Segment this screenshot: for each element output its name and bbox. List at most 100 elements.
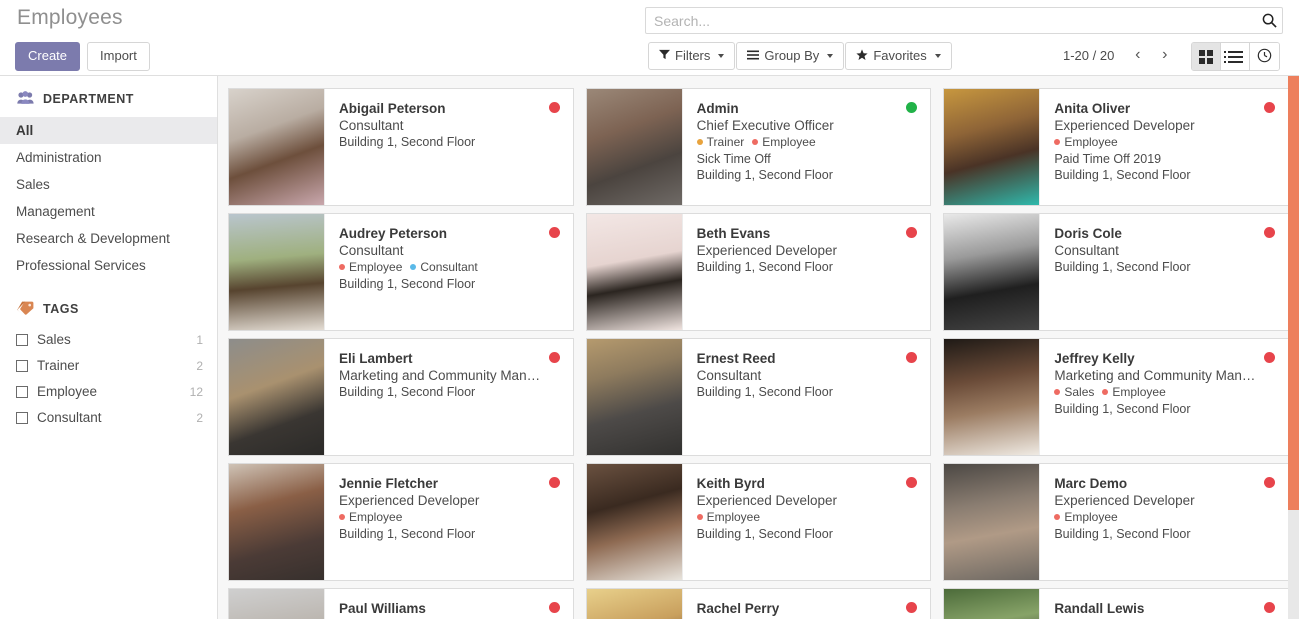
checkbox-sales[interactable] bbox=[16, 334, 28, 346]
tag-filter-sales[interactable]: Sales 1 bbox=[0, 327, 217, 353]
employee-job-title: Chief Executive Officer bbox=[697, 118, 917, 133]
employee-location: Building 1, Second Floor bbox=[697, 385, 917, 399]
sidebar-item-management[interactable]: Management bbox=[0, 198, 217, 225]
star-icon bbox=[856, 49, 868, 63]
list-icon bbox=[1228, 51, 1243, 63]
employee-job-title: Consultant bbox=[1054, 243, 1274, 258]
employee-photo bbox=[229, 89, 325, 205]
employee-job-title: Experienced Developer bbox=[1054, 118, 1274, 133]
employee-location: Building 1, Second Floor bbox=[1054, 402, 1274, 416]
groupby-dropdown[interactable]: Group By bbox=[736, 42, 844, 70]
employee-card[interactable]: Anita OliverExperienced DeveloperEmploye… bbox=[943, 88, 1289, 206]
funnel-icon bbox=[659, 49, 670, 62]
sidebar-tags-header: TAGS bbox=[0, 300, 217, 318]
employee-tags: Employee bbox=[1054, 135, 1274, 149]
chevron-down-icon bbox=[935, 54, 941, 58]
status-badge[interactable] bbox=[1264, 102, 1275, 113]
status-badge[interactable] bbox=[1264, 352, 1275, 363]
status-badge[interactable] bbox=[549, 352, 560, 363]
filters-dropdown[interactable]: Filters bbox=[648, 42, 735, 70]
pager-next-button[interactable]: › bbox=[1151, 47, 1178, 63]
sidebar-item-professional-services[interactable]: Professional Services bbox=[0, 252, 217, 279]
status-badge[interactable] bbox=[549, 477, 560, 488]
employee-card[interactable]: Beth EvansExperienced DeveloperBuilding … bbox=[586, 213, 932, 331]
pager-count: 1-20 / 20 bbox=[1063, 48, 1114, 63]
pager-prev-button[interactable]: ‹ bbox=[1124, 47, 1151, 63]
status-badge[interactable] bbox=[549, 602, 560, 613]
scrollbar-thumb[interactable] bbox=[1288, 76, 1299, 510]
create-button[interactable]: Create bbox=[15, 42, 80, 71]
favorites-dropdown[interactable]: Favorites bbox=[845, 42, 951, 70]
status-badge[interactable] bbox=[1264, 227, 1275, 238]
tag-filter-trainer[interactable]: Trainer 2 bbox=[0, 353, 217, 379]
favorites-label: Favorites bbox=[873, 48, 926, 63]
employee-tags: Employee bbox=[1054, 510, 1274, 524]
sidebar-item-all[interactable]: All bbox=[0, 117, 217, 144]
clock-icon bbox=[1257, 48, 1272, 66]
action-buttons: Create Import bbox=[15, 42, 150, 71]
import-button[interactable]: Import bbox=[87, 42, 150, 71]
employee-name: Doris Cole bbox=[1054, 226, 1274, 241]
employee-tag: Employee bbox=[697, 510, 760, 524]
employee-card[interactable]: Audrey PetersonConsultantEmployeeConsult… bbox=[228, 213, 574, 331]
status-badge[interactable] bbox=[1264, 602, 1275, 613]
checkbox-consultant[interactable] bbox=[16, 412, 28, 424]
hamburger-icon bbox=[747, 50, 759, 62]
view-switcher bbox=[1191, 42, 1280, 71]
sidebar-item-administration[interactable]: Administration bbox=[0, 144, 217, 171]
sidebar-department-title: DEPARTMENT bbox=[43, 92, 134, 106]
employee-name: Admin bbox=[697, 101, 917, 116]
employee-name: Beth Evans bbox=[697, 226, 917, 241]
tag-filter-employee[interactable]: Employee 12 bbox=[0, 379, 217, 405]
tag-filter-consultant[interactable]: Consultant 2 bbox=[0, 405, 217, 431]
tag-label: Employee bbox=[37, 383, 190, 401]
sidebar: DEPARTMENT All Administration Sales Mana… bbox=[0, 76, 218, 619]
main-body: DEPARTMENT All Administration Sales Mana… bbox=[0, 76, 1299, 619]
employee-card[interactable]: Eli LambertMarketing and Community Manag… bbox=[228, 338, 574, 456]
kanban-column: Abigail PetersonConsultantBuilding 1, Se… bbox=[228, 88, 574, 619]
employee-photo bbox=[587, 589, 683, 619]
employee-card[interactable]: Keith ByrdExperienced DeveloperEmployeeB… bbox=[586, 463, 932, 581]
search-bar[interactable] bbox=[645, 7, 1283, 34]
checkbox-employee[interactable] bbox=[16, 386, 28, 398]
employee-card[interactable]: Randall LewisExperienced DeveloperEmploy… bbox=[943, 588, 1289, 619]
employee-card[interactable]: Jeffrey KellyMarketing and Community Man… bbox=[943, 338, 1289, 456]
employee-tag-label: Trainer bbox=[707, 135, 745, 149]
employee-card[interactable]: Marc DemoExperienced DeveloperEmployeeBu… bbox=[943, 463, 1289, 581]
status-badge[interactable] bbox=[549, 102, 560, 113]
checkbox-trainer[interactable] bbox=[16, 360, 28, 372]
status-badge[interactable] bbox=[1264, 477, 1275, 488]
chevron-down-icon bbox=[718, 54, 724, 58]
view-activity-button[interactable] bbox=[1250, 43, 1279, 70]
sidebar-item-sales[interactable]: Sales bbox=[0, 171, 217, 198]
employee-tag-label: Employee bbox=[1064, 510, 1117, 524]
search-icon[interactable] bbox=[1256, 8, 1282, 33]
employee-card[interactable]: Ernest ReedConsultantBuilding 1, Second … bbox=[586, 338, 932, 456]
pager: 1-20 / 20 ‹ › bbox=[1063, 47, 1178, 63]
sidebar-divider bbox=[0, 279, 217, 300]
employee-name: Jennie Fletcher bbox=[339, 476, 559, 491]
sidebar-item-research-development[interactable]: Research & Development bbox=[0, 225, 217, 252]
search-input[interactable] bbox=[646, 8, 1256, 33]
employee-name: Randall Lewis bbox=[1054, 601, 1274, 616]
employee-photo bbox=[229, 339, 325, 455]
view-list-button[interactable] bbox=[1221, 43, 1250, 70]
employee-name: Marc Demo bbox=[1054, 476, 1274, 491]
employee-photo bbox=[229, 214, 325, 330]
employee-card[interactable]: Jennie FletcherExperienced DeveloperEmpl… bbox=[228, 463, 574, 581]
employee-info: Anita OliverExperienced DeveloperEmploye… bbox=[1040, 89, 1288, 205]
status-badge[interactable] bbox=[549, 227, 560, 238]
employee-name: Ernest Reed bbox=[697, 351, 917, 366]
employee-card[interactable]: Doris ColeConsultantBuilding 1, Second F… bbox=[943, 213, 1289, 331]
employee-card[interactable]: Paul WilliamsExperienced DeveloperBuildi… bbox=[228, 588, 574, 619]
employee-photo bbox=[944, 89, 1040, 205]
employee-location: Building 1, Second Floor bbox=[339, 277, 559, 291]
vertical-scrollbar[interactable] bbox=[1288, 76, 1299, 619]
employee-card[interactable]: Admin Chief Executive Officer Trainer Emplo… bbox=[586, 88, 932, 206]
view-kanban-button[interactable] bbox=[1192, 43, 1221, 70]
employee-name: Audrey Peterson bbox=[339, 226, 559, 241]
employee-name: Paul Williams bbox=[339, 601, 559, 616]
employee-tag-label: Employee bbox=[762, 135, 815, 149]
employee-card[interactable]: Abigail PetersonConsultantBuilding 1, Se… bbox=[228, 88, 574, 206]
employee-card[interactable]: Rachel PerryMarketing and Community Mana… bbox=[586, 588, 932, 619]
